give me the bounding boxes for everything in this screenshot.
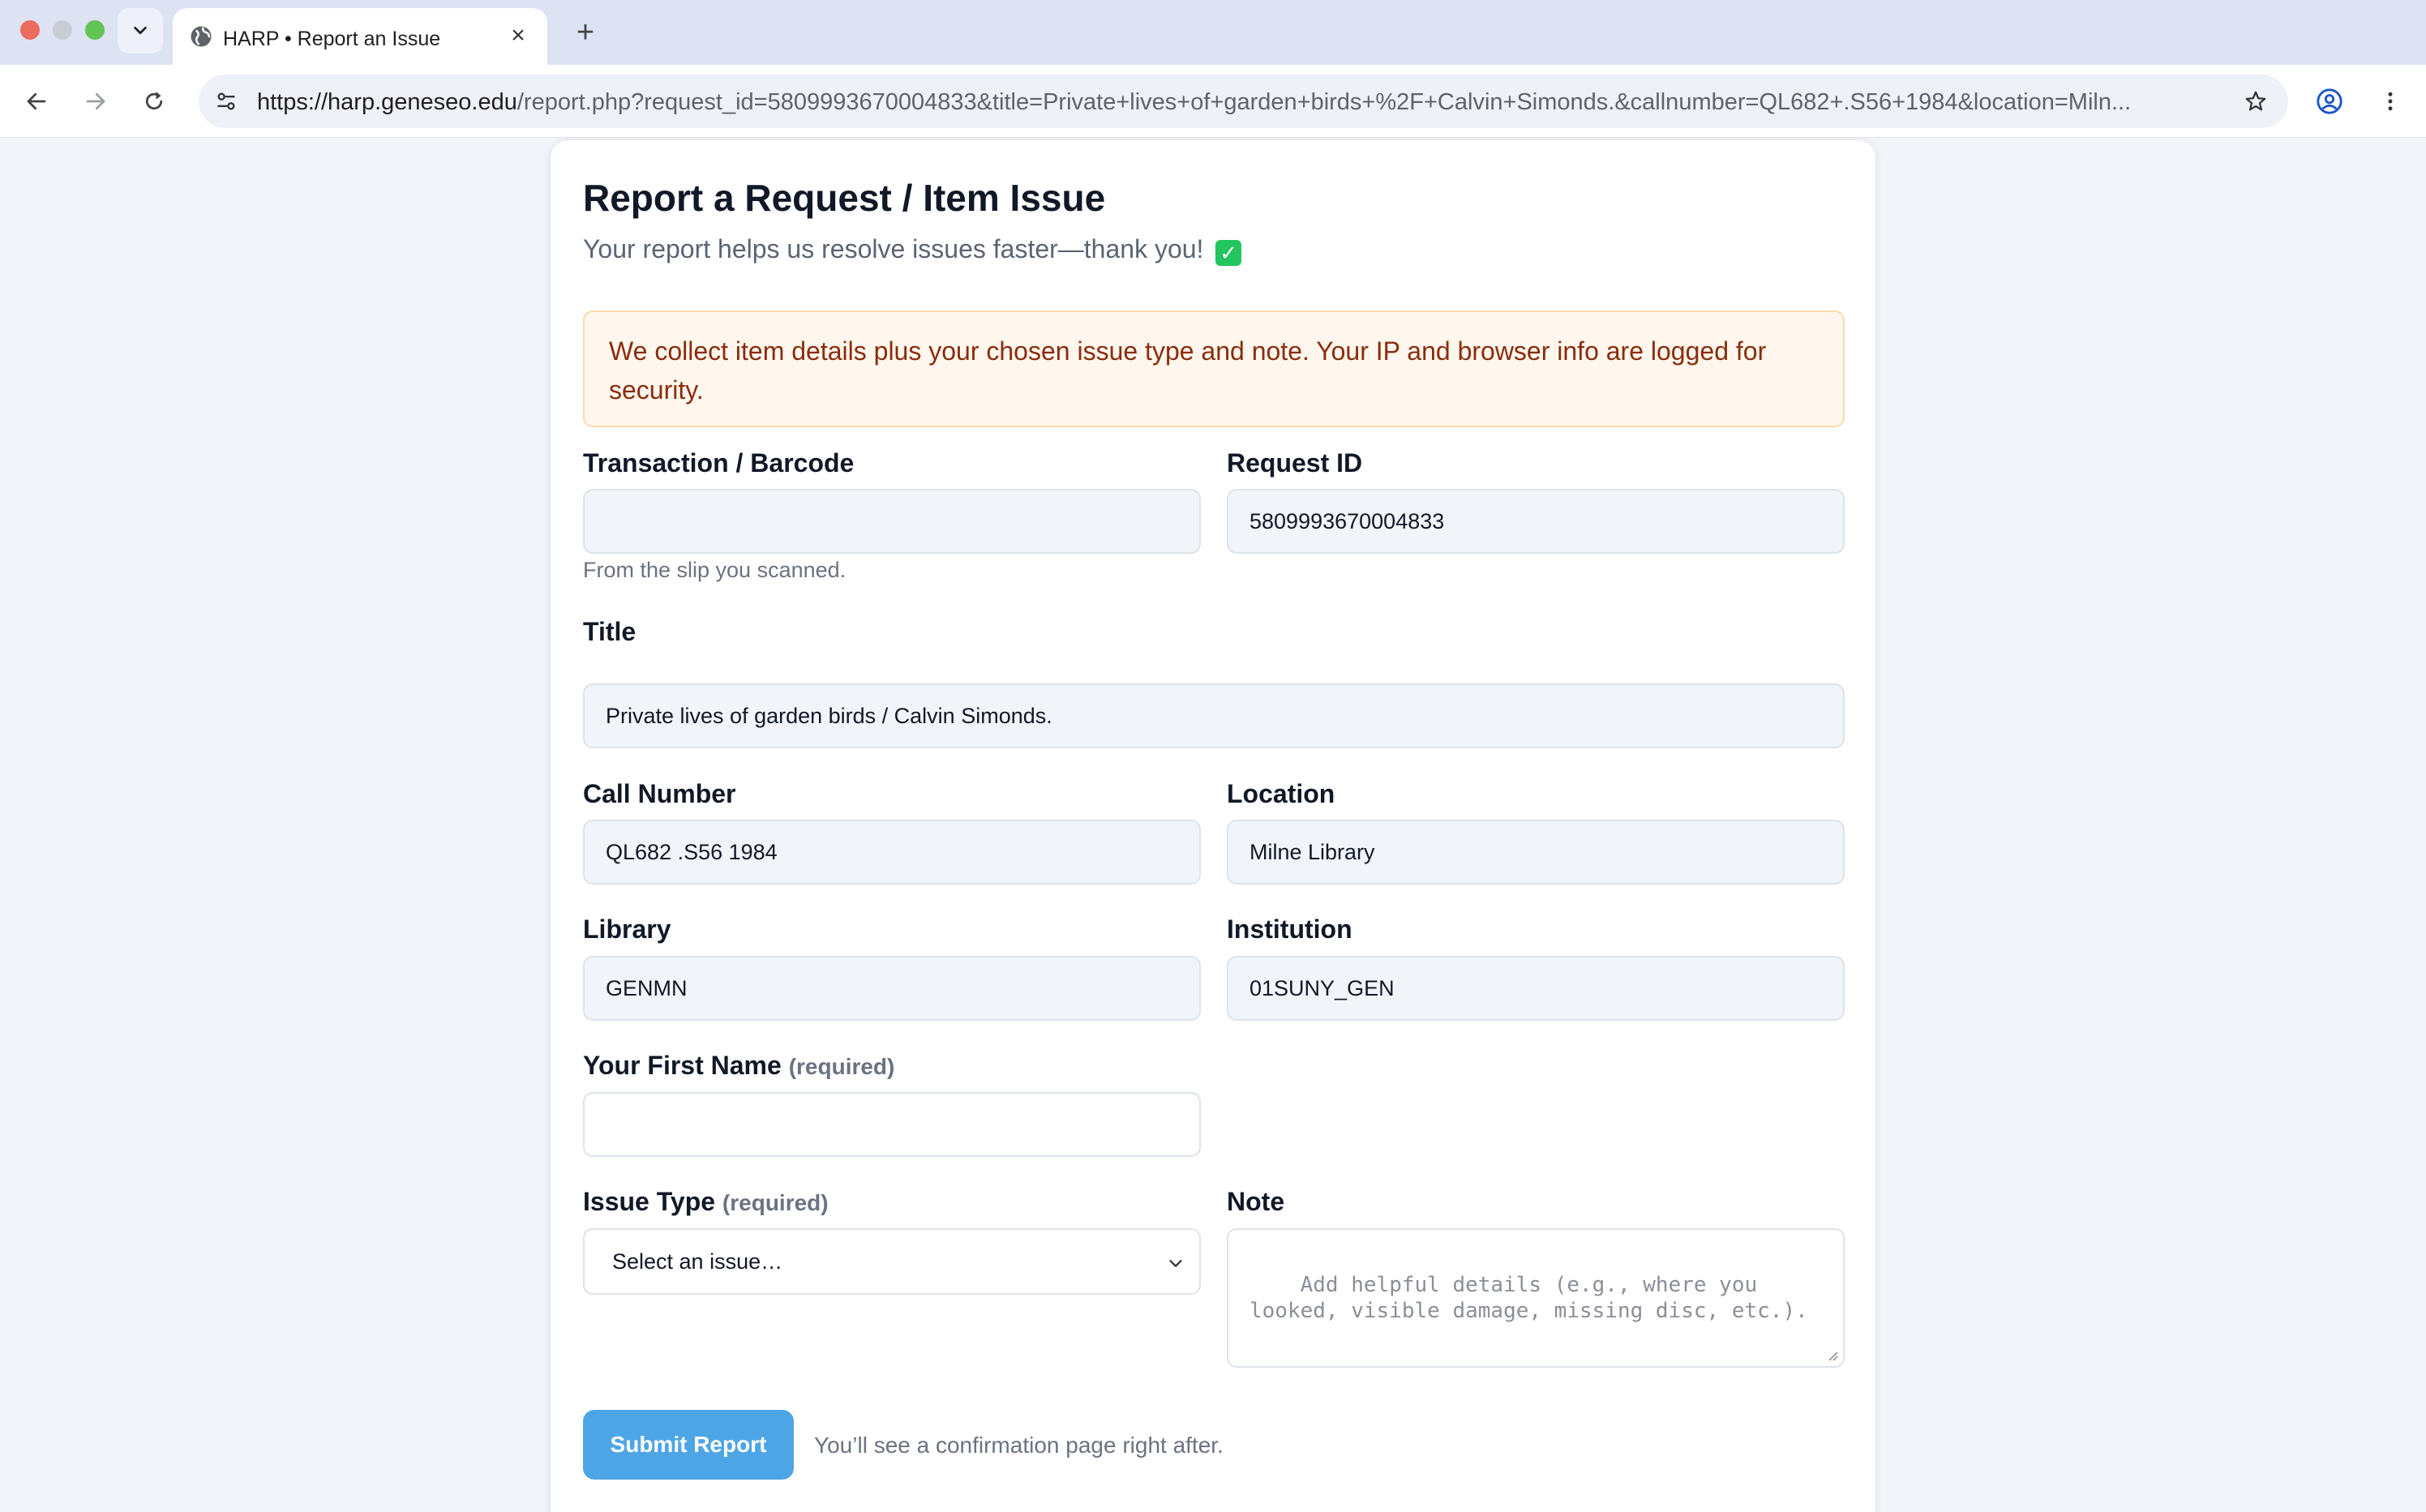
url-path: /report.php?request_id=5809993670004833&…	[516, 89, 2132, 115]
title-input[interactable]: Private lives of garden birds / Calvin S…	[583, 683, 1845, 748]
browser-menu-button[interactable]	[2372, 83, 2409, 120]
transaction-help: From the slip you scanned.	[583, 558, 847, 582]
first-name-label: Your First Name (required)	[583, 1051, 894, 1081]
tab-title: HARP • Report an Issue	[223, 28, 441, 50]
close-tab-icon[interactable]: ×	[504, 21, 533, 50]
site-info-button[interactable]	[210, 85, 242, 118]
back-button[interactable]	[16, 81, 57, 122]
report-form-card: Report a Request / Item Issue Your repor…	[550, 139, 1876, 1512]
issue-type-select[interactable]: Select an issue…	[583, 1228, 1201, 1295]
profile-button[interactable]	[2311, 83, 2348, 120]
institution-input[interactable]: 01SUNY_GEN	[1227, 956, 1845, 1021]
request-id-input[interactable]: 5809993670004833	[1227, 489, 1845, 554]
call-number-label: Call Number	[583, 779, 736, 808]
subtitle-text: Your report helps us resolve issues fast…	[583, 234, 1204, 263]
first-name-input[interactable]	[583, 1092, 1201, 1157]
call-number-input[interactable]: QL682 .S56 1984	[583, 820, 1201, 884]
issue-type-selected: Select an issue…	[612, 1249, 783, 1274]
arrow-left-icon	[27, 92, 46, 110]
submit-report-button[interactable]: Submit Report	[583, 1410, 794, 1480]
library-input[interactable]: GENMN	[583, 956, 1201, 1021]
address-bar[interactable]: https://harp.geneseo.edu/report.php?requ…	[199, 75, 2288, 128]
resize-grip-icon[interactable]	[1825, 1348, 1838, 1361]
forward-button[interactable]	[75, 81, 116, 122]
reload-icon	[145, 92, 163, 110]
note-textarea[interactable]: Add helpful details (e.g., where you loo…	[1227, 1228, 1845, 1368]
confirmation-hint: You’ll see a confirmation page right aft…	[814, 1433, 1224, 1458]
page-title: Report a Request / Item Issue	[583, 177, 1106, 219]
chevron-down-icon	[1169, 1260, 1182, 1267]
title-label: Title	[583, 617, 637, 646]
library-label: Library	[583, 914, 671, 944]
institution-label: Institution	[1227, 914, 1352, 944]
note-placeholder: Add helpful details (e.g., where you loo…	[1249, 1273, 1808, 1323]
note-label: Note	[1227, 1187, 1285, 1216]
location-input[interactable]: Milne Library	[1227, 820, 1845, 884]
globe-icon	[191, 26, 212, 47]
required-marker: (required)	[788, 1054, 895, 1079]
check-mark-icon: ✓	[1215, 240, 1242, 266]
maximize-window-button[interactable]	[85, 20, 105, 40]
url-text[interactable]: https://harp.geneseo.edu/report.php?requ…	[257, 89, 2179, 116]
tune-icon	[217, 92, 235, 110]
required-marker: (required)	[722, 1190, 829, 1215]
browser-tab[interactable]: HARP • Report an Issue ×	[173, 8, 547, 65]
chevron-down-icon	[134, 26, 147, 35]
minimize-window-button[interactable]	[53, 20, 72, 40]
location-label: Location	[1227, 779, 1335, 808]
close-window-button[interactable]	[20, 20, 40, 40]
url-host: https://harp.geneseo.edu	[257, 89, 517, 115]
transaction-input[interactable]	[583, 489, 1201, 554]
reload-button[interactable]	[134, 81, 174, 122]
new-tab-button[interactable]: +	[568, 15, 603, 50]
arrow-right-icon	[86, 92, 105, 110]
tab-strip: HARP • Report an Issue × +	[0, 0, 2426, 65]
browser-toolbar: https://harp.geneseo.edu/report.php?requ…	[0, 65, 2426, 138]
transaction-label: Transaction / Barcode	[583, 448, 855, 478]
page-subtitle: Your report helps us resolve issues fast…	[583, 234, 1242, 266]
issue-type-label: Issue Type (required)	[583, 1187, 829, 1217]
request-id-label: Request ID	[1227, 448, 1363, 478]
tab-search-button[interactable]	[118, 8, 163, 54]
more-vert-icon	[2388, 92, 2393, 111]
first-name-label-text: Your First Name	[583, 1051, 782, 1080]
privacy-notice: We collect item details plus your chosen…	[583, 311, 1845, 427]
issue-type-label-text: Issue Type	[583, 1187, 716, 1216]
profile-icon	[2317, 88, 2342, 114]
bookmark-star-icon[interactable]	[2240, 85, 2272, 118]
